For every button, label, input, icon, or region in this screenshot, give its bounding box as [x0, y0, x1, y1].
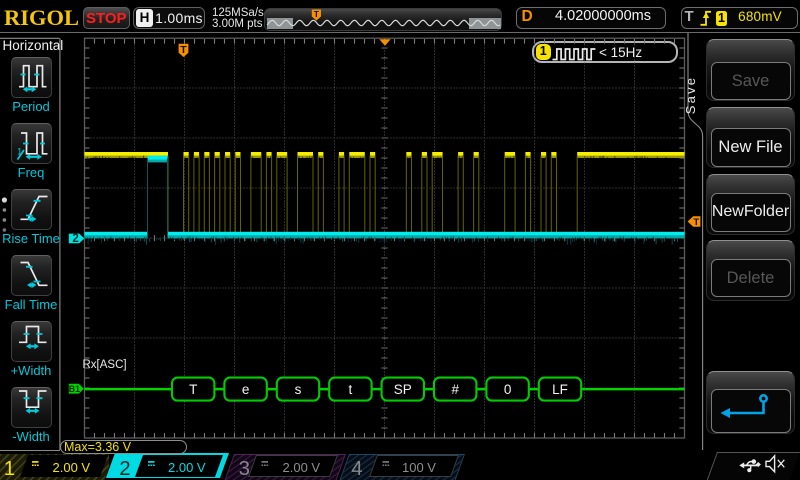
- svg-text:Save: Save: [683, 76, 698, 114]
- svg-text:2: 2: [72, 233, 78, 245]
- svg-text:LF: LF: [552, 382, 568, 397]
- svg-text:s: s: [295, 382, 302, 397]
- svg-text:B1: B1: [69, 384, 80, 394]
- svg-text:t: t: [349, 382, 353, 397]
- svg-text:0: 0: [504, 382, 512, 397]
- svg-text:T: T: [189, 382, 197, 397]
- svg-text:T: T: [314, 9, 320, 19]
- svg-text:Rx[ASC]: Rx[ASC]: [83, 359, 127, 371]
- svg-text:e: e: [242, 382, 250, 397]
- svg-text:T: T: [693, 217, 699, 228]
- svg-text:SP: SP: [394, 382, 412, 397]
- svg-text:#: #: [451, 382, 459, 397]
- svg-text:T: T: [180, 44, 187, 56]
